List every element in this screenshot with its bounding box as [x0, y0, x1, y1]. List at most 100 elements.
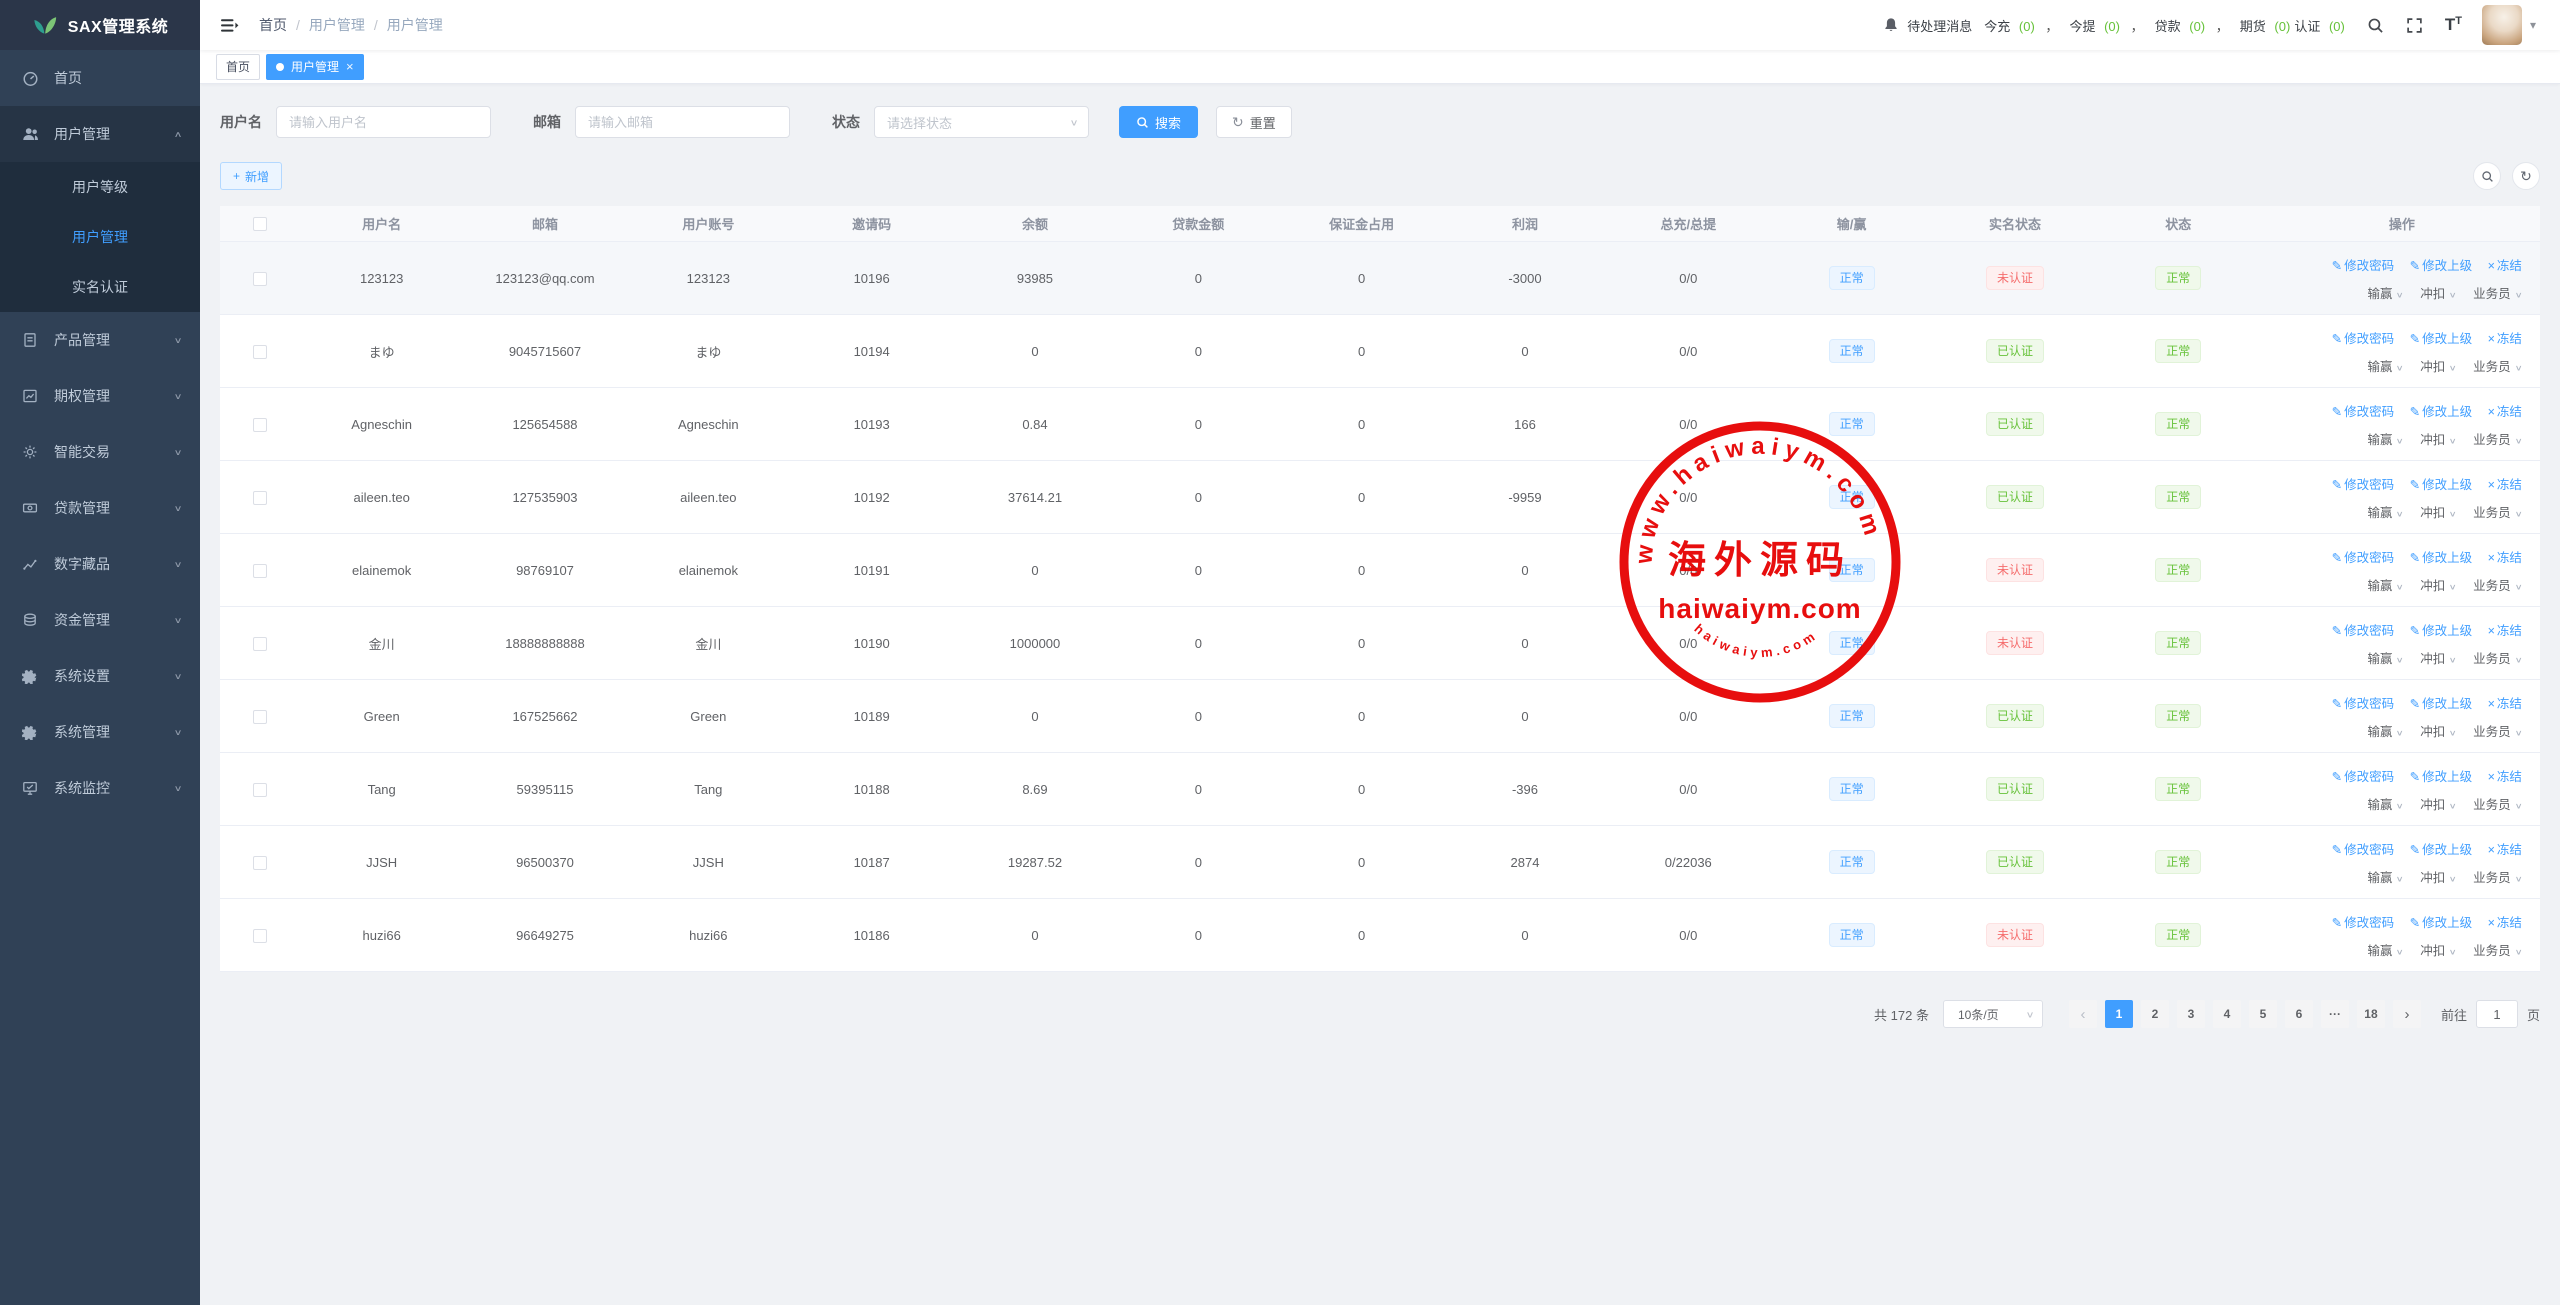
- dropdown-deduction[interactable]: 冲扣∨: [2417, 798, 2457, 812]
- dropdown-salesman[interactable]: 业务员∨: [2470, 725, 2522, 739]
- dropdown-deduction[interactable]: 冲扣∨: [2417, 506, 2457, 520]
- dropdown-winloss[interactable]: 输赢∨: [2367, 579, 2403, 593]
- sidebar-item-loan-management[interactable]: 贷款管理∨: [0, 480, 200, 536]
- row-checkbox[interactable]: [253, 929, 267, 943]
- dropdown-salesman[interactable]: 业务员∨: [2470, 433, 2522, 447]
- sidebar-item-user-management[interactable]: 用户管理∧: [0, 106, 200, 162]
- status-select[interactable]: 请选择状态 ∨: [874, 106, 1089, 138]
- dropdown-deduction[interactable]: 冲扣∨: [2417, 433, 2457, 447]
- page-button[interactable]: 2: [2141, 1000, 2169, 1028]
- dropdown-deduction[interactable]: 冲扣∨: [2417, 287, 2457, 301]
- sidebar-item-funds-management[interactable]: 资金管理∨: [0, 592, 200, 648]
- reset-button[interactable]: ↻ 重置: [1216, 106, 1292, 138]
- breadcrumb-item[interactable]: 首页: [259, 15, 287, 35]
- breadcrumb-item[interactable]: 用户管理: [309, 15, 365, 35]
- action-freeze[interactable]: ×冻结: [2484, 405, 2522, 419]
- sidebar-item-product-management[interactable]: 产品管理∨: [0, 312, 200, 368]
- action-freeze[interactable]: ×冻结: [2484, 916, 2522, 930]
- fullscreen-icon[interactable]: [2406, 17, 2423, 34]
- row-checkbox[interactable]: [253, 637, 267, 651]
- dropdown-salesman[interactable]: 业务员∨: [2470, 360, 2522, 374]
- sidebar-item-options-management[interactable]: 期权管理∨: [0, 368, 200, 424]
- row-checkbox[interactable]: [253, 856, 267, 870]
- dropdown-deduction[interactable]: 冲扣∨: [2417, 725, 2457, 739]
- action-edit-password[interactable]: ✎修改密码: [2332, 697, 2395, 711]
- dropdown-deduction[interactable]: 冲扣∨: [2417, 652, 2457, 666]
- action-edit-password[interactable]: ✎修改密码: [2332, 478, 2395, 492]
- caret-down-icon[interactable]: ▾: [2530, 18, 2536, 32]
- avatar[interactable]: [2482, 5, 2522, 45]
- dropdown-deduction[interactable]: 冲扣∨: [2417, 871, 2457, 885]
- action-edit-password[interactable]: ✎修改密码: [2332, 916, 2395, 930]
- font-size-icon[interactable]: TT: [2445, 15, 2462, 35]
- action-freeze[interactable]: ×冻结: [2484, 624, 2522, 638]
- dropdown-winloss[interactable]: 输赢∨: [2367, 360, 2403, 374]
- action-edit-parent[interactable]: ✎修改上级: [2406, 697, 2472, 711]
- action-edit-password[interactable]: ✎修改密码: [2332, 551, 2395, 565]
- email-input[interactable]: [575, 106, 790, 138]
- row-checkbox[interactable]: [253, 564, 267, 578]
- row-checkbox[interactable]: [253, 418, 267, 432]
- action-edit-password[interactable]: ✎修改密码: [2332, 332, 2395, 346]
- search-button[interactable]: 搜索: [1119, 106, 1198, 138]
- action-edit-parent[interactable]: ✎修改上级: [2406, 405, 2472, 419]
- dropdown-salesman[interactable]: 业务员∨: [2470, 652, 2522, 666]
- dropdown-salesman[interactable]: 业务员∨: [2470, 871, 2522, 885]
- dropdown-winloss[interactable]: 输赢∨: [2367, 871, 2403, 885]
- dropdown-winloss[interactable]: 输赢∨: [2367, 725, 2403, 739]
- username-input[interactable]: [276, 106, 491, 138]
- row-checkbox[interactable]: [253, 491, 267, 505]
- sidebar-item-digital-collectibles[interactable]: 数字藏品∨: [0, 536, 200, 592]
- action-freeze[interactable]: ×冻结: [2484, 770, 2522, 784]
- dropdown-deduction[interactable]: 冲扣∨: [2417, 944, 2457, 958]
- dropdown-winloss[interactable]: 输赢∨: [2367, 652, 2403, 666]
- select-all-checkbox[interactable]: [253, 217, 267, 231]
- dropdown-salesman[interactable]: 业务员∨: [2470, 798, 2522, 812]
- page-ellipsis[interactable]: ···: [2321, 1000, 2349, 1028]
- page-button[interactable]: 5: [2249, 1000, 2277, 1028]
- page-button[interactable]: 18: [2357, 1000, 2385, 1028]
- search-icon[interactable]: [2367, 17, 2384, 34]
- action-edit-parent[interactable]: ✎修改上级: [2406, 478, 2472, 492]
- action-edit-password[interactable]: ✎修改密码: [2332, 259, 2395, 273]
- action-edit-password[interactable]: ✎修改密码: [2332, 770, 2395, 784]
- add-button[interactable]: + 新增: [220, 162, 282, 190]
- next-page-button[interactable]: ›: [2393, 1000, 2421, 1028]
- sidebar-item-system-settings[interactable]: 系统设置∨: [0, 648, 200, 704]
- sidebar-item-home[interactable]: 首页: [0, 50, 200, 106]
- table-search-button[interactable]: [2473, 162, 2501, 190]
- sidebar-item-system-monitor[interactable]: 系统监控∨: [0, 760, 200, 816]
- sidebar-subitem-user-management[interactable]: 用户管理: [0, 212, 200, 262]
- action-edit-parent[interactable]: ✎修改上级: [2406, 551, 2472, 565]
- action-freeze[interactable]: ×冻结: [2484, 478, 2522, 492]
- page-button[interactable]: 6: [2285, 1000, 2313, 1028]
- action-freeze[interactable]: ×冻结: [2484, 259, 2522, 273]
- page-button[interactable]: 3: [2177, 1000, 2205, 1028]
- bell-icon[interactable]: [1883, 17, 1899, 33]
- action-edit-parent[interactable]: ✎修改上级: [2406, 332, 2472, 346]
- dropdown-deduction[interactable]: 冲扣∨: [2417, 579, 2457, 593]
- app-logo[interactable]: SAX管理系统: [0, 0, 200, 50]
- page-button[interactable]: 4: [2213, 1000, 2241, 1028]
- breadcrumb-item[interactable]: 用户管理: [387, 15, 443, 35]
- action-edit-parent[interactable]: ✎修改上级: [2406, 843, 2472, 857]
- action-edit-password[interactable]: ✎修改密码: [2332, 624, 2395, 638]
- dropdown-salesman[interactable]: 业务员∨: [2470, 506, 2522, 520]
- dropdown-deduction[interactable]: 冲扣∨: [2417, 360, 2457, 374]
- sidebar-subitem-user-level[interactable]: 用户等级: [0, 162, 200, 212]
- dropdown-winloss[interactable]: 输赢∨: [2367, 433, 2403, 447]
- prev-page-button[interactable]: ‹: [2069, 1000, 2097, 1028]
- action-edit-parent[interactable]: ✎修改上级: [2406, 259, 2472, 273]
- action-edit-password[interactable]: ✎修改密码: [2332, 405, 2395, 419]
- row-checkbox[interactable]: [253, 783, 267, 797]
- action-edit-parent[interactable]: ✎修改上级: [2406, 770, 2472, 784]
- action-freeze[interactable]: ×冻结: [2484, 332, 2522, 346]
- dropdown-salesman[interactable]: 业务员∨: [2470, 579, 2522, 593]
- row-checkbox[interactable]: [253, 710, 267, 724]
- sidebar-item-smart-trading[interactable]: 智能交易∨: [0, 424, 200, 480]
- action-edit-parent[interactable]: ✎修改上级: [2406, 916, 2472, 930]
- goto-page-input[interactable]: [2476, 1000, 2518, 1028]
- tab-home[interactable]: 首页: [216, 54, 260, 80]
- dropdown-winloss[interactable]: 输赢∨: [2367, 506, 2403, 520]
- action-freeze[interactable]: ×冻结: [2484, 551, 2522, 565]
